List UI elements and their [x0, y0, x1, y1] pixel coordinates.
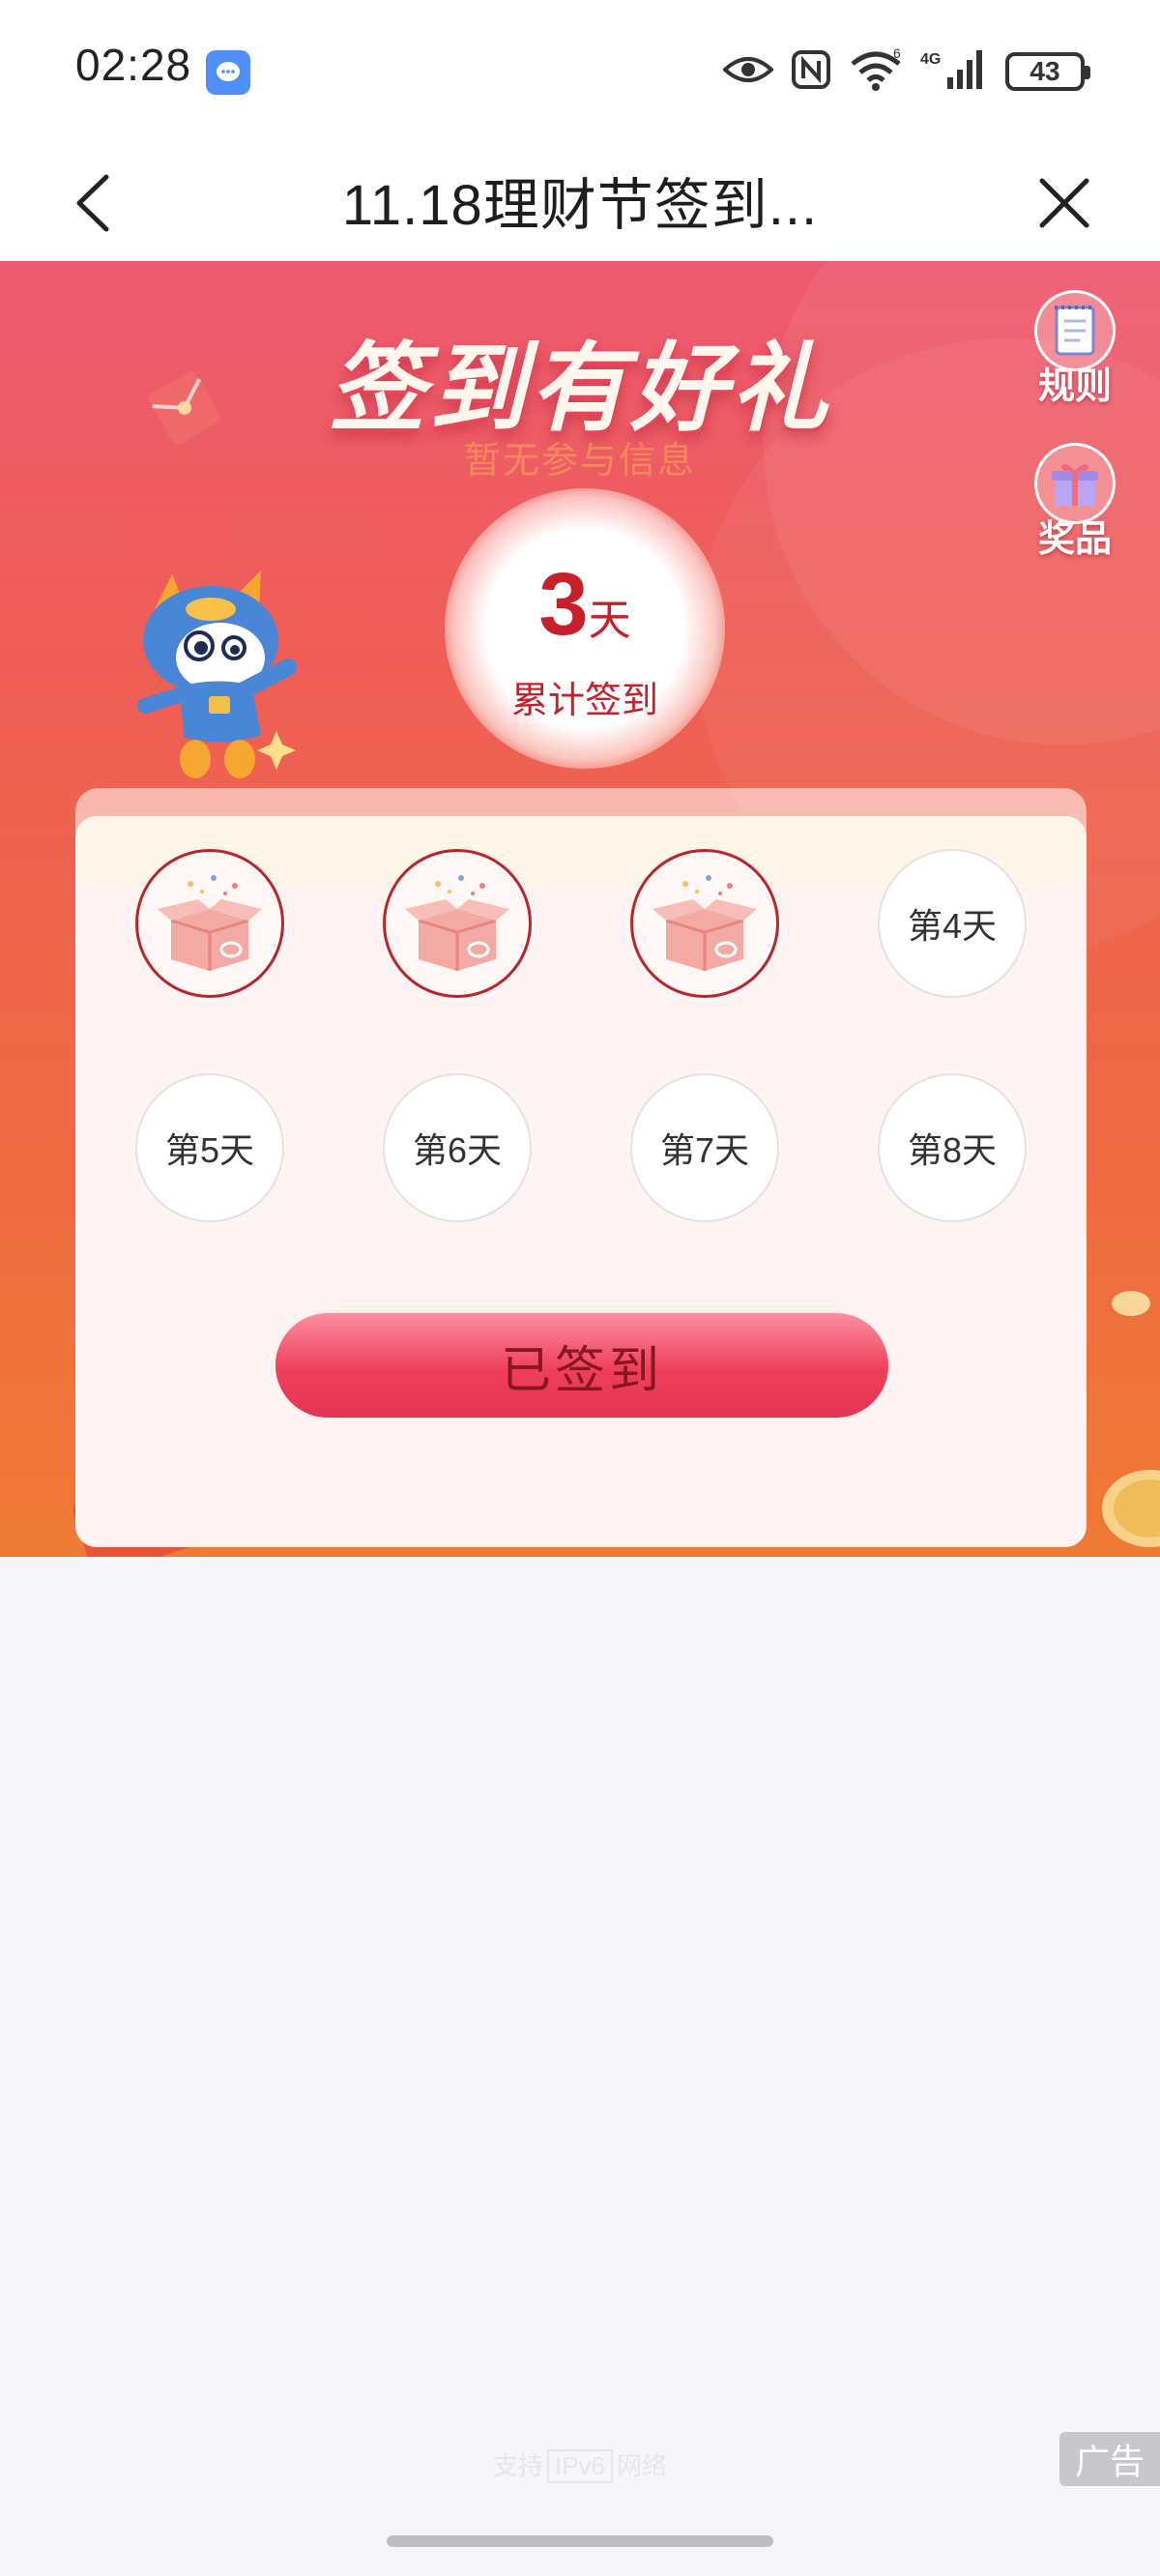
participation-info: 暂无参与信息 — [463, 441, 696, 482]
home-indicator[interactable] — [387, 2535, 773, 2547]
opened-gift-box-icon — [652, 875, 757, 971]
day-slot-2-gift[interactable] — [383, 849, 532, 998]
rules-button[interactable]: 规则 — [1007, 290, 1143, 425]
opened-gift-box-icon — [158, 875, 262, 971]
status-icons: 6 4G 43 — [722, 43, 1090, 101]
nfc-icon — [791, 49, 831, 95]
day-slot-4[interactable]: 第4天 — [878, 849, 1027, 998]
days-count: 3天 — [445, 554, 725, 656]
day-counter: 3天 累计签到 — [445, 488, 725, 769]
signal-icon: 4G — [920, 48, 988, 96]
day-slot-3-gift[interactable] — [630, 849, 779, 998]
day-slot-1-gift[interactable] — [135, 849, 284, 998]
signed-in-button[interactable]: 已签到 — [273, 1310, 891, 1420]
support-tag: IPv6 — [546, 2449, 614, 2483]
dragon-mascot-icon — [137, 571, 297, 778]
coin-decoration-icon — [1102, 1470, 1160, 1547]
day-slot-7[interactable]: 第7天 — [630, 1073, 779, 1222]
hero-title: 签到有好礼 — [329, 335, 831, 443]
day-slot-8[interactable]: 第8天 — [878, 1073, 1027, 1222]
coin-decoration-icon — [1112, 1291, 1150, 1316]
close-button[interactable] — [1025, 161, 1102, 239]
days-count-unit: 天 — [588, 597, 631, 644]
title-bar: 11.18理财节签到... — [0, 140, 1160, 261]
wifi-icon: 6 — [849, 45, 903, 96]
battery-level: 43 — [1030, 56, 1060, 86]
message-app-icon — [206, 50, 250, 95]
status-time: 02:28 — [75, 40, 192, 90]
eye-icon — [722, 54, 774, 90]
support-prefix: 支持 — [492, 2451, 543, 2480]
rules-label: 规则 — [1037, 366, 1112, 407]
page-title: 11.18理财节签到... — [341, 174, 819, 237]
days-count-label: 累计签到 — [510, 681, 658, 721]
ad-badge[interactable]: 广告 — [1059, 2432, 1160, 2486]
support-suffix: 网络 — [617, 2451, 668, 2480]
svg-text:4G: 4G — [920, 51, 941, 68]
opened-gift-box-icon — [405, 875, 509, 971]
days-count-number: 3 — [538, 555, 589, 654]
status-bar: 02:28 6 4G 43 — [0, 0, 1160, 140]
prizes-label: 奖品 — [1037, 519, 1112, 560]
battery-icon: 43 — [1005, 52, 1090, 91]
ipv6-support-note: 支持 IPv6 网络 — [0, 2446, 1160, 2483]
svg-text:6: 6 — [893, 48, 901, 61]
prizes-button[interactable]: 奖品 — [1007, 443, 1143, 578]
day-slot-6[interactable]: 第6天 — [383, 1073, 532, 1222]
close-icon — [1039, 178, 1089, 228]
day-slot-5[interactable]: 第5天 — [135, 1073, 284, 1222]
